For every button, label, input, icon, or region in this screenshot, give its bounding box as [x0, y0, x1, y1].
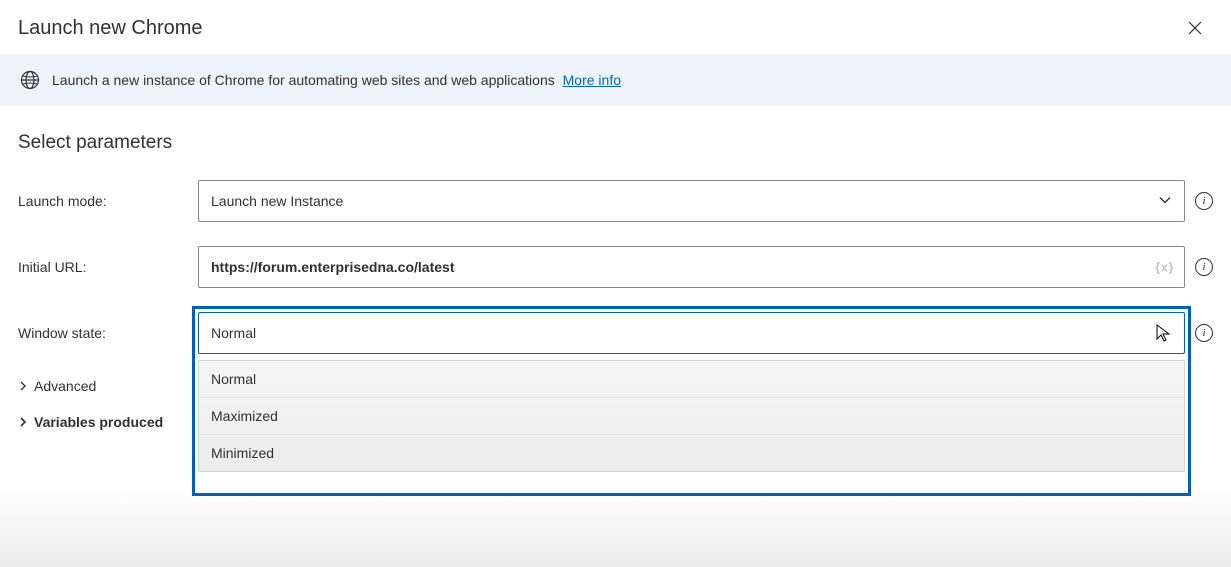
chevron-right-icon: [18, 414, 28, 430]
input-initial-url[interactable]: https://forum.enterprisedna.co/latest {x…: [198, 246, 1185, 288]
chevron-down-icon: [1158, 193, 1172, 210]
row-launch-mode: Launch mode: Launch new Instance i: [18, 180, 1213, 222]
banner-text: Launch a new instance of Chrome for auto…: [52, 72, 621, 88]
chevron-right-icon: [18, 378, 28, 394]
expander-variables-label: Variables produced: [34, 414, 163, 430]
label-window-state: Window state:: [18, 325, 198, 341]
content-area: Select parameters Launch mode: Launch ne…: [0, 106, 1231, 430]
row-initial-url: Initial URL: https://forum.enterprisedna…: [18, 246, 1213, 288]
close-button[interactable]: [1183, 16, 1207, 40]
section-title: Select parameters: [18, 132, 1213, 154]
close-icon: [1188, 21, 1202, 35]
cursor-pointer-icon: [1154, 323, 1174, 343]
dialog: Launch new Chrome Launch a new instance …: [0, 0, 1231, 567]
info-banner: Launch a new instance of Chrome for auto…: [0, 54, 1231, 106]
input-initial-url-value: https://forum.enterprisedna.co/latest: [211, 259, 454, 275]
select-window-state[interactable]: Normal: [198, 312, 1185, 354]
globe-icon: [20, 70, 40, 90]
label-initial-url: Initial URL:: [18, 259, 198, 275]
bottom-fade: [0, 487, 1231, 567]
row-window-state: Window state: Normal Normal Maximized Mi…: [18, 312, 1213, 354]
dialog-title: Launch new Chrome: [18, 17, 203, 40]
select-window-state-wrapper: Normal Normal Maximized Minimized: [198, 312, 1185, 354]
more-info-link[interactable]: More info: [563, 72, 621, 88]
expander-advanced-label: Advanced: [34, 378, 96, 394]
option-minimized[interactable]: Minimized: [199, 435, 1184, 471]
select-window-state-value: Normal: [211, 325, 256, 341]
info-icon-launch-mode[interactable]: i: [1195, 192, 1213, 210]
select-launch-mode[interactable]: Launch new Instance: [198, 180, 1185, 222]
option-maximized[interactable]: Maximized: [199, 398, 1184, 435]
info-icon-initial-url[interactable]: i: [1195, 258, 1213, 276]
banner-description: Launch a new instance of Chrome for auto…: [52, 72, 555, 88]
option-normal[interactable]: Normal: [199, 361, 1184, 398]
dialog-header: Launch new Chrome: [0, 0, 1231, 54]
info-icon-window-state[interactable]: i: [1195, 324, 1213, 342]
dropdown-list-window-state: Normal Maximized Minimized: [198, 360, 1185, 472]
label-launch-mode: Launch mode:: [18, 193, 198, 209]
variable-token-icon[interactable]: {x}: [1155, 260, 1174, 275]
select-launch-mode-value: Launch new Instance: [211, 193, 343, 209]
